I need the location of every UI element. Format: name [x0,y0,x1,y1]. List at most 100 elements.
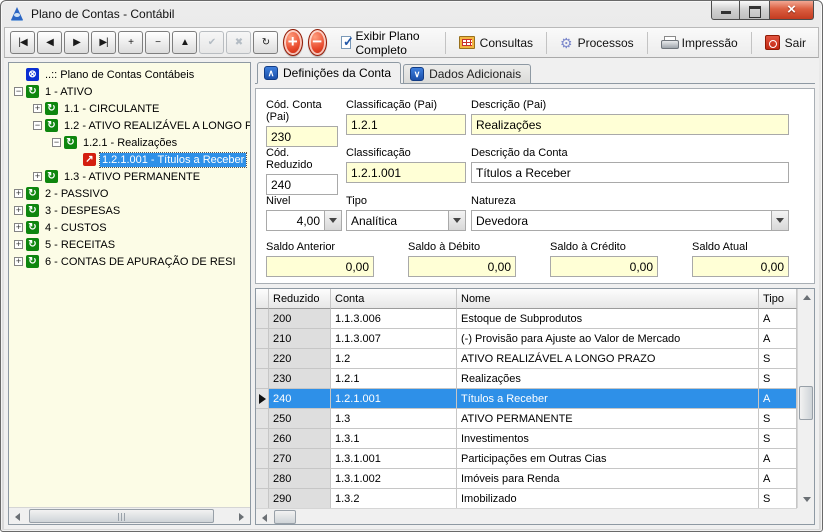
app-window: Plano de Contas - Contábil |◀◀▶▶|+−▲✔✖↻ … [0,0,823,532]
grid-cell-tipo: A [759,309,797,329]
gear-icon: ⚙ [560,36,573,50]
grid-header-row: ReduzidoContaNomeTipo [256,289,797,309]
grid-row-indicator [256,309,269,329]
processos-button[interactable]: ⚙ Processos [553,33,641,53]
classificacao-pai-field[interactable]: 1.2.1 [346,114,466,135]
tree-node[interactable]: −↻1 - ATIVO [9,83,250,100]
cod-reduzido-field[interactable]: 240 [266,174,338,195]
scroll-down-icon[interactable] [798,491,815,508]
scroll-up-icon[interactable] [798,289,815,306]
expand-icon[interactable]: + [14,257,23,266]
tree-node[interactable]: +↻1.1 - CIRCULANTE [9,100,250,117]
synthetic-account-icon: ↻ [26,238,39,251]
grid-row[interactable]: 2601.3.1InvestimentosS [256,429,797,449]
close-button[interactable] [769,1,814,20]
consultas-button[interactable]: Consultas [452,33,540,53]
saldo-credito-field[interactable]: 0,00 [550,256,658,277]
dropdown-arrow-icon[interactable] [771,211,788,230]
grid-row[interactable]: 2201.2ATIVO REALIZÁVEL A LONGO PRAZOS [256,349,797,369]
classificacao-field[interactable]: 1.2.1.001 [346,162,466,183]
grid-horizontal-scrollbar[interactable] [256,508,797,524]
saldo-debito-field[interactable]: 0,00 [408,256,516,277]
tree-node[interactable]: +↻1.3 - ATIVO PERMANENTE [9,168,250,185]
nav-first-button[interactable]: |◀ [10,31,35,54]
expand-icon[interactable]: + [33,172,42,181]
collapse-icon[interactable]: − [52,138,61,147]
nav-next-button[interactable]: ▶ [64,31,89,54]
tree-node[interactable]: +↻4 - CUSTOS [9,219,250,236]
tree-horizontal-scrollbar[interactable] [9,507,250,524]
nav-edit-button[interactable]: ▲ [172,31,197,54]
sair-button[interactable]: Sair [758,32,813,53]
maximize-button[interactable] [740,1,769,20]
saldo-atual-field[interactable]: 0,00 [692,256,789,277]
expand-icon[interactable]: + [33,104,42,113]
grid-row[interactable]: 2901.3.2ImobilizadoS [256,489,797,508]
expand-icon[interactable]: + [14,189,23,198]
grid-row-indicator [256,449,269,469]
grid-column-header[interactable]: Tipo [759,289,797,309]
descricao-pai-field[interactable]: Realizações [471,114,789,135]
nivel-dropdown[interactable]: 4,00 [266,210,342,231]
natureza-dropdown[interactable]: Devedora [471,210,789,231]
scroll-left-icon[interactable] [9,508,26,525]
minimize-button[interactable] [711,1,740,20]
scroll-right-icon[interactable] [233,508,250,525]
grid-row[interactable]: 2701.3.1.001Participações em Outras Cias… [256,449,797,469]
title-bar[interactable]: Plano de Contas - Contábil [1,1,822,27]
grid-hscrollbar-thumb[interactable] [274,510,296,524]
tree-node[interactable]: +↻2 - PASSIVO [9,185,250,202]
saldo-anterior-field[interactable]: 0,00 [266,256,374,277]
grid-vscrollbar-thumb[interactable] [799,386,813,420]
full-plan-checkbox[interactable] [341,36,351,49]
grid-row[interactable]: 2101.1.3.007(-) Provisão para Ajuste ao … [256,329,797,349]
expand-icon[interactable]: + [14,240,23,249]
collapse-icon[interactable]: − [14,87,23,96]
grid-row[interactable]: 2001.1.3.006Estoque de SubprodutosA [256,309,797,329]
toolbar-separator [647,32,648,54]
nav-delete-button[interactable]: − [145,31,170,54]
nav-last-button[interactable]: ▶| [91,31,116,54]
grid-vertical-scrollbar[interactable] [797,289,814,508]
tab-definicoes-da-conta[interactable]: ∧ Definições da Conta [257,62,401,84]
collapse-icon[interactable]: − [33,121,42,130]
grid-row[interactable]: 2301.2.1RealizaçõesS [256,369,797,389]
tree-node[interactable]: −↻1.2.1 - Realizações [9,134,250,151]
cod-conta-pai-field[interactable]: 230 [266,126,338,147]
add-account-button[interactable]: + [283,29,303,56]
grid-cell-tipo: S [759,409,797,429]
toolbar-separator [546,32,547,54]
accounts-tree-panel: ⊗..:: Plano de Contas Contábeis−↻1 - ATI… [8,62,251,525]
tree-node[interactable]: ↗1.2.1.001 - Títulos a Receber [9,151,250,168]
nav-prior-button[interactable]: ◀ [37,31,62,54]
remove-account-button[interactable]: − [308,29,328,56]
grid-column-header[interactable]: Reduzido [269,289,331,309]
impressao-button[interactable]: Impressão [654,33,745,53]
grid-row[interactable]: 2401.2.1.001Títulos a ReceberA [256,389,797,409]
tipo-dropdown[interactable]: Analítica [346,210,466,231]
saldo-anterior-label: Saldo Anterior [266,241,374,253]
scroll-left-icon[interactable] [256,509,273,525]
expand-icon[interactable]: + [14,206,23,215]
dropdown-arrow-icon[interactable] [324,211,341,230]
tree-scrollbar-thumb[interactable] [29,509,214,523]
nav-refresh-button[interactable]: ↻ [253,31,278,54]
grid-cell-conta: 1.3.2 [331,489,457,508]
saldo-debito-label: Saldo à Débito [408,241,516,253]
grid-column-header[interactable]: Nome [457,289,759,309]
expand-icon[interactable]: + [14,223,23,232]
grid-row[interactable]: 2801.3.1.002Imóveis para RendaA [256,469,797,489]
nav-insert-button[interactable]: + [118,31,143,54]
dropdown-arrow-icon[interactable] [448,211,465,230]
grid-column-header[interactable]: Conta [331,289,457,309]
tree-node[interactable]: −↻1.2 - ATIVO REALIZÁVEL A LONGO PRAZO [9,117,250,134]
tree-node[interactable]: +↻3 - DESPESAS [9,202,250,219]
grid-cell-reduzido: 260 [269,429,331,449]
grid-cell-nome: Imobilizado [457,489,759,508]
tab-dados-adicionais[interactable]: ∨ Dados Adicionais [403,64,531,83]
tree-node[interactable]: +↻6 - CONTAS DE APURAÇÃO DE RESI [9,253,250,270]
grid-row[interactable]: 2501.3ATIVO PERMANENTES [256,409,797,429]
descricao-conta-field[interactable]: Títulos a Receber [471,162,789,183]
tree-node[interactable]: ⊗..:: Plano de Contas Contábeis [9,66,250,83]
tree-node[interactable]: +↻5 - RECEITAS [9,236,250,253]
